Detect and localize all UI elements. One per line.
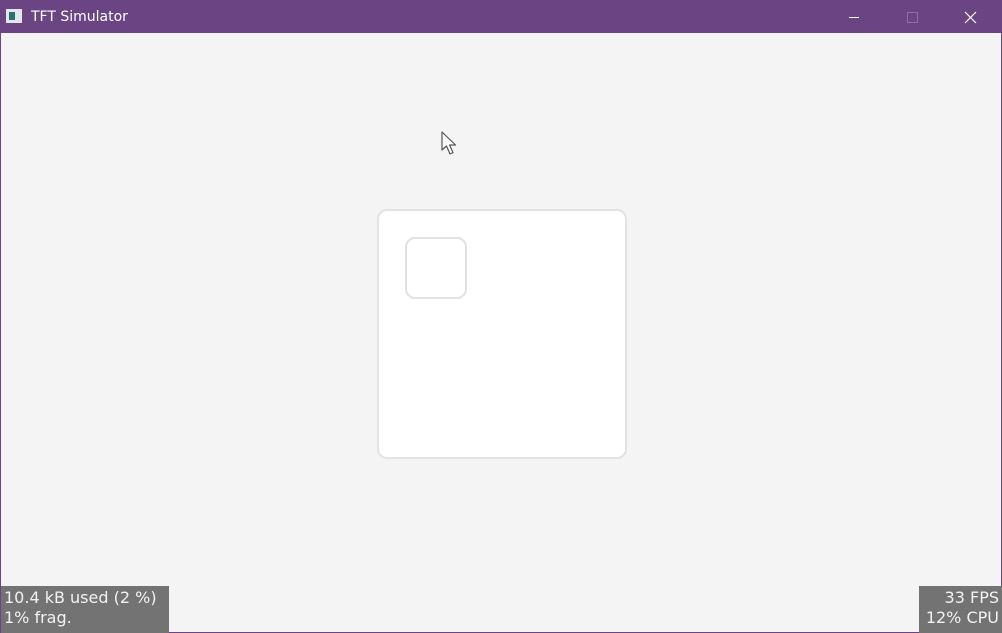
memory-monitor: 10.4 kB used (2 %) 1% frag. — [1, 586, 169, 633]
window-title: TFT Simulator — [31, 9, 128, 25]
memory-used-label: 10.4 kB used (2 %) — [4, 588, 157, 607]
close-icon — [964, 11, 977, 24]
minimize-icon — [849, 17, 859, 18]
cpu-label: 12% CPU — [925, 608, 999, 627]
maximize-icon — [907, 12, 918, 23]
app-icon — [6, 9, 22, 23]
child-panel[interactable] — [405, 237, 467, 299]
container-panel[interactable] — [377, 209, 627, 459]
minimize-button[interactable] — [825, 1, 883, 33]
performance-monitor: 33 FPS 12% CPU — [919, 586, 1002, 633]
fragmentation-label: 1% frag. — [4, 608, 72, 627]
fps-label: 33 FPS — [944, 588, 999, 607]
maximize-button[interactable] — [883, 1, 941, 33]
title-bar[interactable]: TFT Simulator — [1, 1, 1001, 33]
simulator-window: TFT Simulator 10.4 kB used (2 %) 1% frag… — [0, 0, 1002, 633]
close-button[interactable] — [941, 1, 999, 33]
mouse-pointer-icon — [441, 131, 457, 155]
